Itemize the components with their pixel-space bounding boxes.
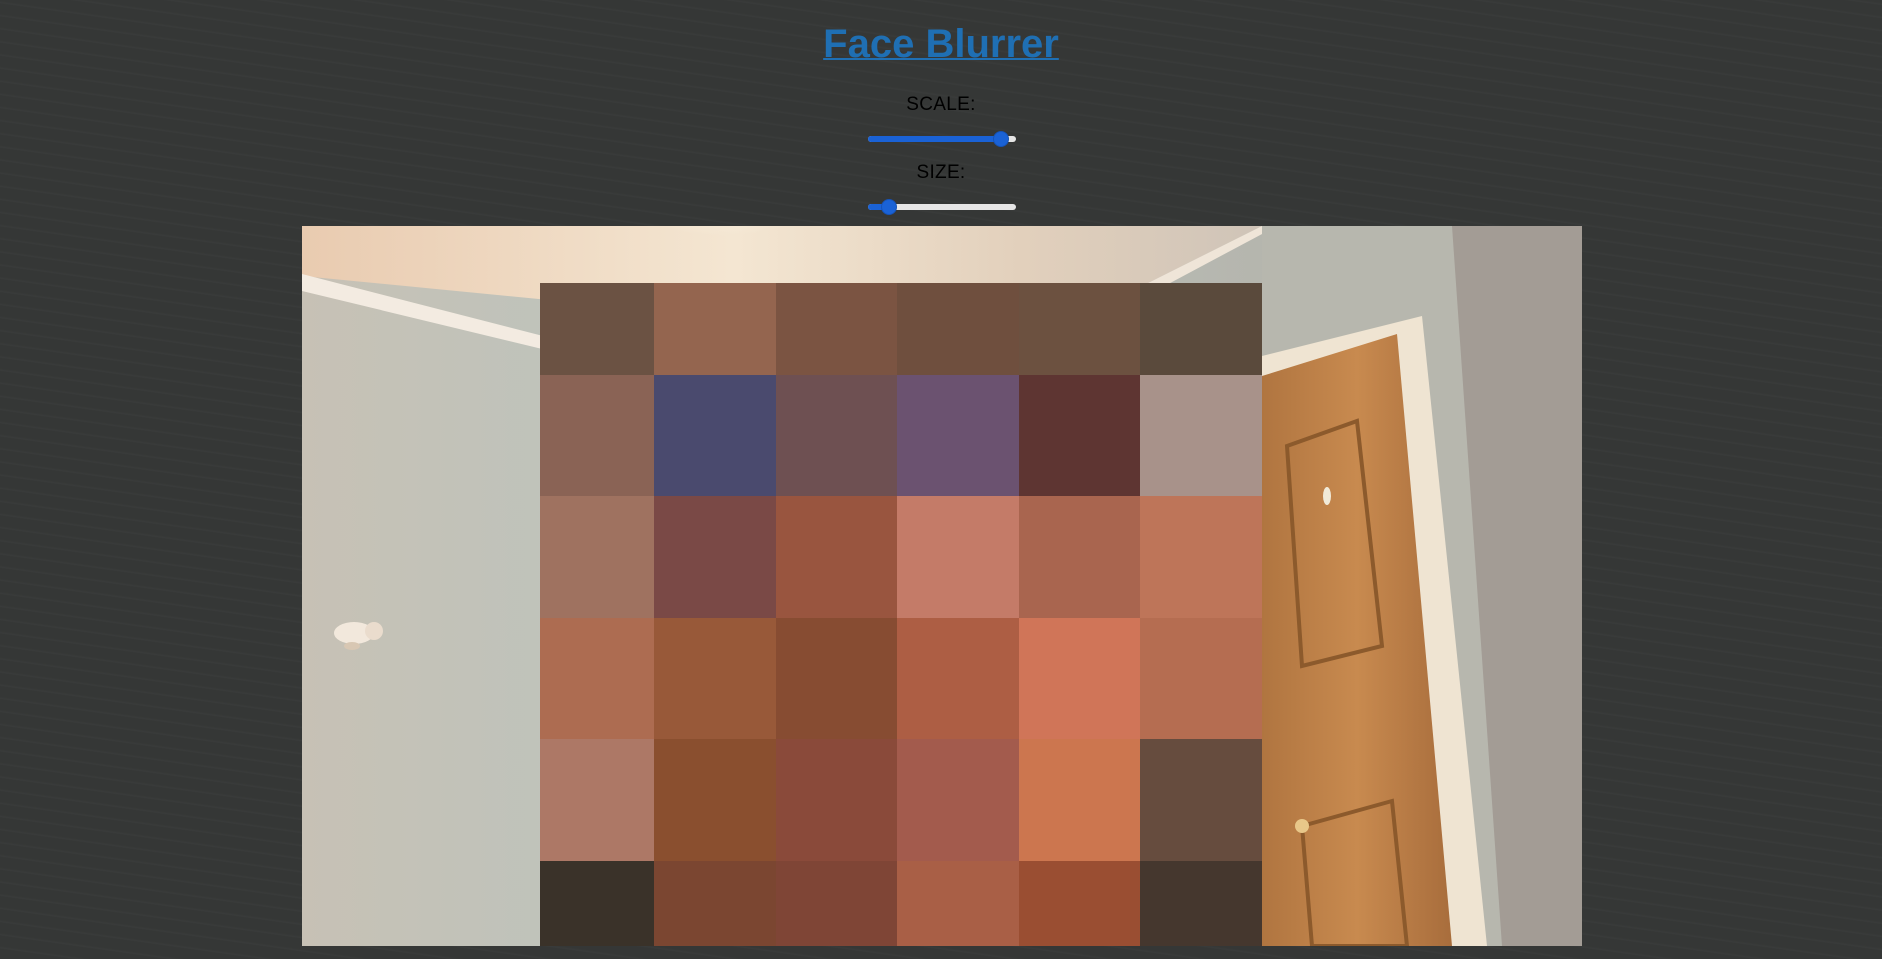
pixel-block <box>897 283 1019 375</box>
pixel-block <box>540 861 654 946</box>
pixel-block <box>540 618 654 739</box>
pixel-block <box>1019 283 1140 375</box>
scale-slider[interactable] <box>866 129 1018 149</box>
pixel-block <box>776 739 897 861</box>
pixel-block <box>776 618 897 739</box>
pixel-block <box>1140 496 1262 618</box>
size-slider-thumb[interactable] <box>881 199 897 215</box>
size-label: SIZE: <box>916 162 966 183</box>
pixel-block <box>1019 739 1140 861</box>
pixel-block <box>654 496 776 618</box>
title-link[interactable]: Face Blurrer <box>823 22 1059 66</box>
pixel-block <box>654 739 776 861</box>
face-pixelation-overlay <box>540 283 1262 946</box>
pixel-block <box>654 375 776 496</box>
pixel-block <box>1019 618 1140 739</box>
pixel-block <box>776 861 897 946</box>
page-title: Face Blurrer <box>0 20 1882 68</box>
pixel-block <box>1140 375 1262 496</box>
pixel-block <box>540 739 654 861</box>
scale-slider-fill <box>868 136 1001 142</box>
pixel-block <box>776 375 897 496</box>
scale-label: SCALE: <box>906 94 976 115</box>
pixel-block <box>1140 861 1262 946</box>
pixel-block <box>1019 375 1140 496</box>
pixel-block <box>1140 618 1262 739</box>
pixel-block <box>776 496 897 618</box>
pixel-block <box>654 861 776 946</box>
webcam-canvas <box>302 226 1582 946</box>
pixel-block <box>897 739 1019 861</box>
size-slider[interactable] <box>866 197 1018 217</box>
pixel-block <box>654 283 776 375</box>
pixel-block <box>1140 283 1262 375</box>
pixel-block <box>897 861 1019 946</box>
pixel-block <box>654 618 776 739</box>
pixel-block <box>1140 739 1262 861</box>
pixel-block <box>897 496 1019 618</box>
pixel-block <box>897 375 1019 496</box>
scale-slider-thumb[interactable] <box>993 131 1009 147</box>
pixel-block <box>1019 496 1140 618</box>
pixel-block <box>540 375 654 496</box>
pixel-block <box>776 283 897 375</box>
pixel-block <box>540 283 654 375</box>
pixel-block <box>540 496 654 618</box>
pixel-block <box>897 618 1019 739</box>
pixel-block <box>1019 861 1140 946</box>
